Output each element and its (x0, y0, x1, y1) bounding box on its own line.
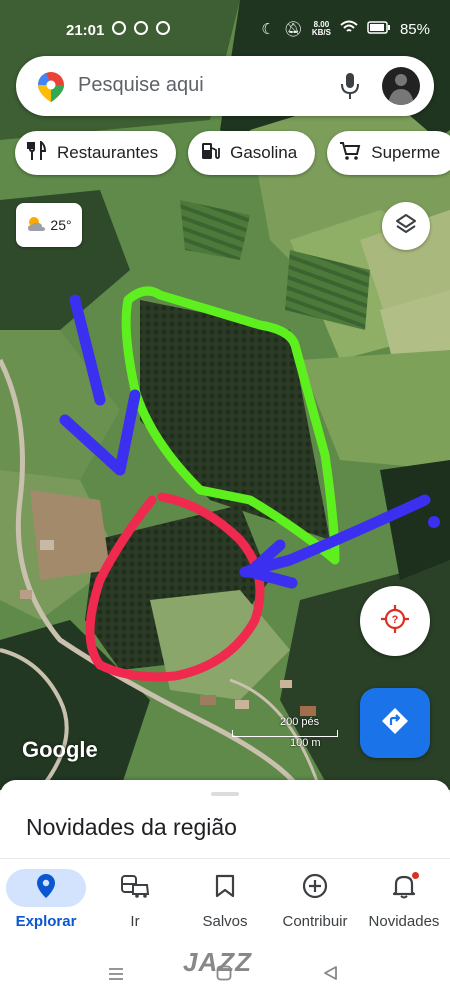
notification-dot (412, 871, 419, 879)
messenger-icon (112, 21, 126, 35)
scale-top-label: 200 pés (280, 716, 320, 728)
status-bar: 21:01 ☾ 🔕︎ 8.00 KB/S 85% (0, 14, 450, 46)
drag-handle[interactable] (211, 792, 239, 796)
bottom-sheet[interactable]: Novidades da região (0, 780, 450, 860)
search-input[interactable]: Pesquise aqui (78, 74, 204, 97)
microphone-icon[interactable] (340, 72, 360, 105)
google-attribution: Google (22, 737, 98, 762)
chip-gas[interactable]: Gasolina (188, 131, 316, 175)
mute-icon: 🔕︎ (283, 21, 303, 38)
bookmark-icon (215, 874, 235, 903)
sheet-title: Novidades da região (26, 814, 237, 840)
battery-percent: 85% (399, 20, 430, 38)
nav-saved[interactable]: Salvos (181, 867, 269, 939)
system-nav-bar: JAZZ (0, 943, 450, 1000)
nav-go[interactable]: Ir (91, 867, 179, 939)
map-scale: 200 pés 100 m (232, 716, 338, 749)
app-icon (156, 21, 170, 35)
menu-icon[interactable] (108, 967, 124, 986)
nav-updates[interactable]: Novidades (360, 867, 448, 939)
satellite-map[interactable] (0, 0, 450, 790)
my-location-button[interactable]: ? (360, 586, 430, 656)
search-bar[interactable]: Pesquise aqui (16, 56, 434, 116)
partly-cloudy-icon (26, 215, 46, 236)
nav-contribute[interactable]: Contribuir (271, 867, 359, 939)
nav-explore[interactable]: Explorar (2, 867, 90, 939)
chip-supermarket[interactable]: Superme (327, 131, 450, 175)
svg-text:?: ? (392, 614, 399, 626)
scale-bar (232, 730, 338, 737)
weather-badge[interactable]: 25° (16, 203, 82, 247)
location-unknown-icon: ? (380, 604, 410, 639)
annotation-blue-dot (428, 516, 440, 528)
google-maps-pin-icon (38, 72, 64, 107)
temperature: 25° (50, 217, 72, 233)
category-chips: Restaurantes Gasolina Superme (15, 131, 450, 175)
bell-icon (392, 871, 419, 904)
restaurant-icon (27, 139, 47, 166)
system-icons: ☾ 🔕︎ 8.00 KB/S 85% (261, 20, 430, 39)
watermark: JAZZ (183, 947, 252, 977)
location-pin-icon (37, 873, 55, 903)
layers-icon (394, 212, 418, 241)
scale-bottom-label: 100 m (290, 737, 321, 749)
gas-station-icon (200, 141, 221, 166)
add-circle-icon (302, 873, 328, 904)
notification-icons (112, 21, 170, 35)
back-icon[interactable] (322, 965, 338, 986)
chrome-icon (134, 21, 148, 35)
clock: 21:01 (66, 22, 105, 39)
commute-icon (120, 873, 150, 904)
wifi-icon (340, 20, 358, 38)
directions-icon (380, 706, 410, 741)
avatar[interactable] (382, 67, 420, 105)
directions-button[interactable] (360, 688, 430, 758)
net-speed: 8.00 KB/S (311, 20, 331, 37)
bottom-nav: Explorar Ir Salvos Contribuir Novidades (0, 858, 450, 944)
layers-button[interactable] (382, 202, 430, 250)
chip-restaurants[interactable]: Restaurantes (15, 131, 177, 175)
battery-icon (367, 20, 391, 38)
cart-icon (339, 141, 361, 166)
moon-icon: ☾ (261, 21, 275, 38)
